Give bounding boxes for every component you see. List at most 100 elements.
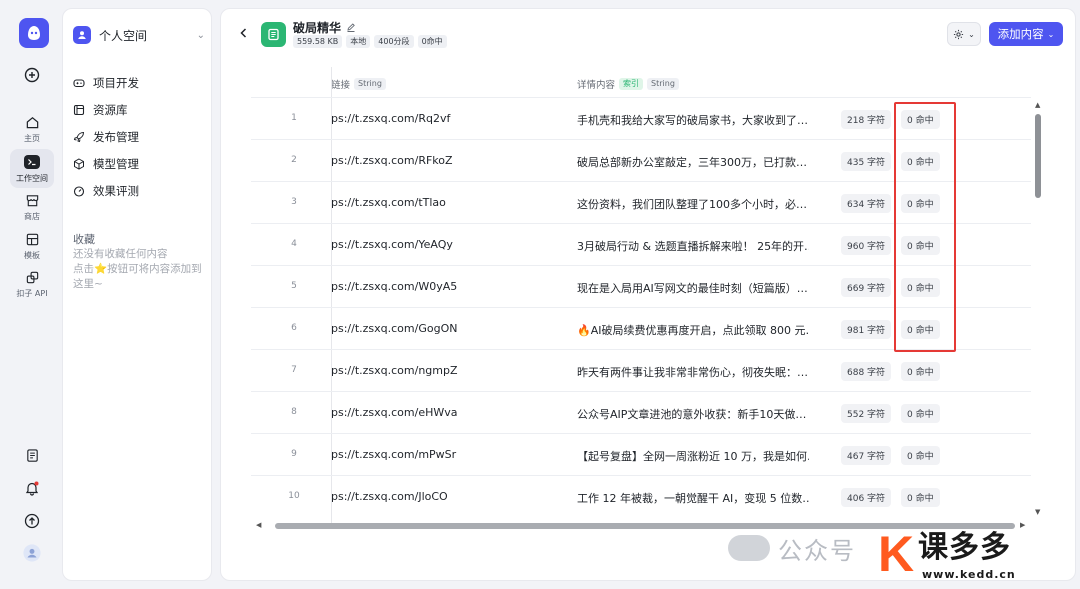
store-icon	[23, 191, 41, 209]
brand-watermark: K 课多多 www.kedd.cn	[878, 528, 1078, 588]
rail-item-workspace[interactable]: 工作空间	[10, 149, 54, 188]
favorites-tip-line: 还没有收藏任何内容	[73, 248, 168, 260]
link-cell: ps://t.zsxq.com/YeAQy	[331, 238, 453, 251]
detail-cell: 3月破局行动 & 选题直播拆解来啦！ 25年的开…	[577, 240, 809, 253]
sidebar-item-label: 效果评测	[93, 183, 139, 198]
rail-item-store[interactable]: 商店	[10, 191, 54, 222]
add-content-button[interactable]: 添加内容 ⌄	[989, 22, 1063, 46]
hit-count-badge: 0 命中	[901, 446, 940, 465]
rail-template-label: 模板	[24, 251, 40, 260]
type-badge: String	[354, 78, 386, 90]
knowledge-base-icon	[261, 22, 286, 47]
back-button[interactable]	[237, 26, 251, 40]
link-cell: ps://t.zsxq.com/tTlao	[331, 196, 446, 209]
column-title: 链接	[331, 80, 351, 91]
detail-cell: 【起号复盘】全网一周涨粉近 10 万，我是如何…	[577, 450, 809, 463]
scroll-up-arrow-icon[interactable]: ▲	[1035, 101, 1040, 109]
sidebar-item-label: 资源库	[93, 102, 128, 117]
space-avatar-icon	[73, 26, 91, 44]
chevron-down-icon: ⌄	[1047, 29, 1055, 39]
terminal-icon	[23, 153, 41, 171]
sidebar-item-models[interactable]: 模型管理	[73, 150, 205, 177]
scroll-down-arrow-icon[interactable]: ▼	[1035, 508, 1040, 516]
chevron-down-icon: ⌄	[196, 29, 205, 41]
link-cell: ps://t.zsxq.com/mPwSr	[331, 448, 457, 461]
favorites-title: 收藏	[73, 233, 95, 246]
hit-tag: 0命中	[417, 35, 447, 48]
char-count-badge: 406 字符	[841, 488, 892, 507]
rail-item-api[interactable]: 扣子 API	[10, 268, 54, 299]
rail-item-home[interactable]: 主页	[10, 113, 54, 144]
row-index: 4	[291, 239, 297, 249]
nav-rail: 主页 工作空间 商店 模板 扣子 API	[0, 0, 62, 589]
link-cell: ps://t.zsxq.com/Rq2vf	[331, 112, 451, 125]
table-row[interactable]: 7 ps://t.zsxq.com/ngmpZ 昨天有两件事让我非常非常伤心，彻夜失…	[251, 349, 1031, 391]
detail-cell: 现在是入局用AI写网文的最佳时刻（短篇版）…	[577, 282, 808, 295]
row-index: 1	[291, 113, 297, 123]
hit-count-badge: 0 命中	[901, 404, 940, 423]
link-cell: ps://t.zsxq.com/GogON	[331, 322, 458, 335]
char-count-badge: 552 字符	[841, 404, 892, 423]
hit-count-badge: 0 命中	[901, 362, 940, 381]
edit-icon[interactable]	[346, 22, 356, 33]
rocket-icon	[73, 131, 85, 143]
index-badge: 索引	[619, 78, 644, 90]
row-index: 6	[291, 323, 297, 333]
table-row[interactable]: 9 ps://t.zsxq.com/mPwSr 【起号复盘】全网一周涨粉近 10 万…	[251, 433, 1031, 475]
sidebar-item-library[interactable]: 资源库	[73, 96, 205, 123]
notifications-button[interactable]	[10, 479, 54, 497]
gauge-icon	[73, 185, 85, 197]
scroll-left-arrow-icon[interactable]: ◀	[256, 521, 261, 529]
char-count-badge: 981 字符	[841, 320, 892, 339]
docs-button[interactable]	[10, 446, 54, 464]
watermark-text: 公众号	[778, 536, 856, 565]
highlight-box	[894, 102, 956, 352]
side-panel: 个人空间 ⌄ 项目开发 资源库 发布管理 模型管理 效果评测 收藏 还没有收藏任…	[62, 8, 212, 581]
detail-cell: 工作 12 年被裁，一朝觉醒干 AI，变现 5 位数…	[577, 492, 809, 505]
app-logo[interactable]	[19, 18, 49, 48]
create-button[interactable]	[10, 66, 54, 84]
detail-cell: 🔥AI破局续费优惠再度开启，点此领取 800 元…	[577, 324, 809, 337]
vertical-scrollbar[interactable]	[1035, 114, 1041, 198]
user-avatar[interactable]	[10, 544, 54, 562]
rail-item-template[interactable]: 模板	[10, 230, 54, 261]
rail-api-label: 扣子 API	[16, 289, 48, 298]
template-icon	[23, 230, 41, 248]
gear-icon	[954, 29, 964, 39]
detail-cell: 手机壳和我给大家写的破局家书，大家收到了…	[577, 114, 808, 127]
rail-workspace-label: 工作空间	[16, 174, 48, 183]
sidebar-item-projects[interactable]: 项目开发	[73, 69, 205, 96]
wechat-icon	[728, 535, 770, 561]
settings-dropdown-button[interactable]: ⌄	[947, 22, 981, 46]
chevron-down-icon: ⌄	[968, 29, 975, 39]
sidebar-item-publish[interactable]: 发布管理	[73, 123, 205, 150]
upload-button[interactable]	[10, 512, 54, 530]
api-icon	[23, 268, 41, 286]
sidebar-item-evaluation[interactable]: 效果评测	[73, 177, 205, 204]
link-cell: ps://t.zsxq.com/JloCO	[331, 490, 448, 503]
bell-icon	[23, 479, 41, 497]
page-title: 破局精华	[293, 19, 356, 36]
row-index: 3	[291, 197, 297, 207]
add-content-label: 添加内容	[997, 27, 1044, 41]
table-row[interactable]: 8 ps://t.zsxq.com/eHWva 公众号AIP文章进池的意外收获：新手…	[251, 391, 1031, 433]
detail-cell: 公众号AIP文章进池的意外收获：新手10天做…	[577, 408, 807, 421]
rail-store-label: 商店	[24, 212, 40, 221]
column-header-detail[interactable]: 详情内容 索引 String	[577, 77, 679, 91]
table-row[interactable]: 10 ps://t.zsxq.com/JloCO 工作 12 年被裁，一朝觉醒干 A…	[251, 475, 1031, 517]
row-index: 7	[291, 365, 297, 375]
row-index: 2	[291, 155, 297, 165]
space-switcher[interactable]: 个人空间 ⌄	[73, 23, 205, 47]
logo-icon	[28, 26, 40, 40]
column-header-link[interactable]: 链接 String	[331, 77, 386, 91]
link-cell: ps://t.zsxq.com/ngmpZ	[331, 364, 458, 377]
knowledge-base-name: 破局精华	[293, 21, 342, 35]
brand-name: 课多多	[918, 530, 1011, 565]
link-cell: ps://t.zsxq.com/W0yA5	[331, 280, 458, 293]
type-badge: String	[647, 78, 679, 90]
sidebar-item-label: 模型管理	[93, 156, 139, 171]
source-tag: 本地	[346, 35, 371, 48]
plus-circle-icon	[23, 66, 41, 84]
sidebar-menu: 项目开发 资源库 发布管理 模型管理 效果评测	[73, 69, 205, 204]
sidebar-item-label: 项目开发	[93, 75, 139, 90]
